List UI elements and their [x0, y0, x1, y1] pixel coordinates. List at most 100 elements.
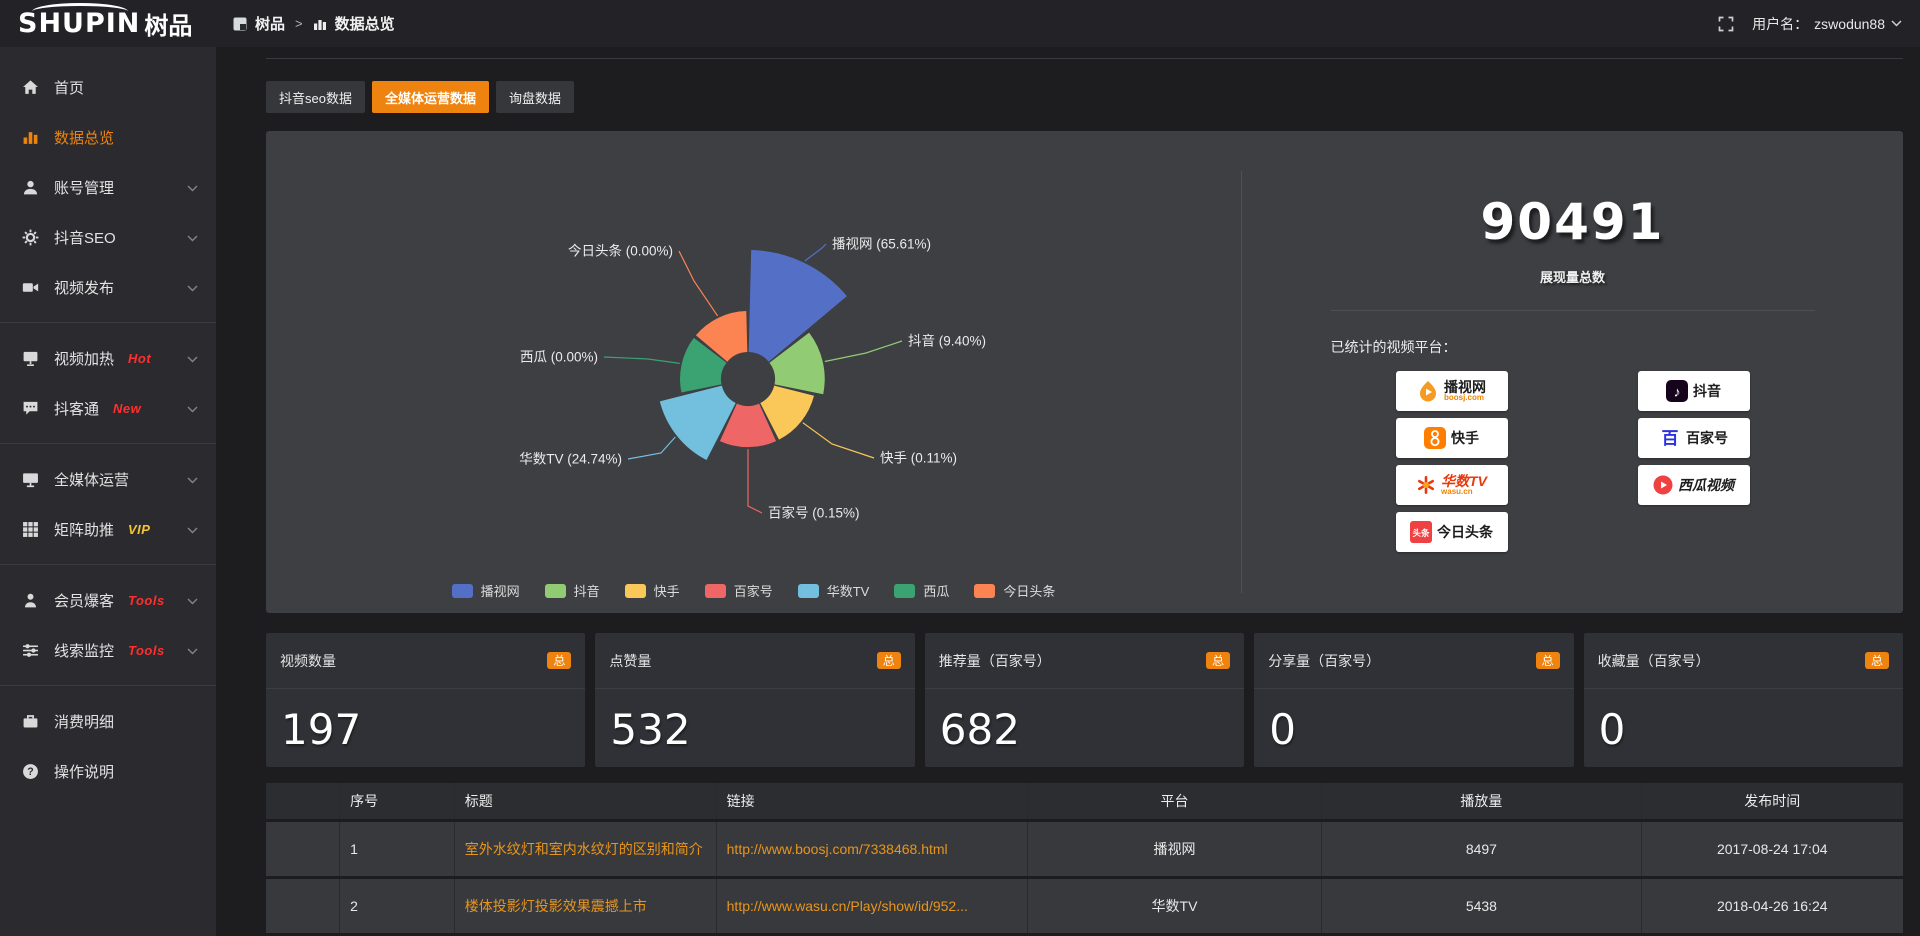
- video-title-link[interactable]: 楼体投影灯投影效果震撼上市: [465, 898, 647, 914]
- pie-slice-华数TV[interactable]: [660, 386, 736, 460]
- breadcrumb-root[interactable]: 树品: [255, 13, 285, 34]
- label-line: [604, 357, 680, 363]
- sidebar-item-tag: Tools: [128, 593, 165, 608]
- sidebar-item-gear[interactable]: 抖音SEO: [0, 212, 216, 262]
- platform-chip-boosj: 播视网boosj.com: [1396, 371, 1508, 411]
- sidebar-item-sliders[interactable]: 线索监控Tools: [0, 625, 216, 675]
- sidebar-item-chart[interactable]: 数据总览: [0, 112, 216, 162]
- legend-item-抖音[interactable]: 抖音: [545, 581, 600, 600]
- legend-label: 华数TV: [827, 581, 870, 600]
- user-menu[interactable]: 用户名： zswodun88: [1752, 14, 1902, 34]
- sidebar-item-question[interactable]: ? 操作说明: [0, 746, 216, 796]
- column-header-1: 序号: [340, 783, 455, 820]
- sidebar-item-label: 首页: [54, 77, 84, 98]
- cell-num: 2: [340, 877, 455, 934]
- sidebar-item-label: 矩阵助推: [54, 519, 114, 540]
- pie-label-百家号: 百家号 (0.15%): [768, 505, 860, 521]
- sidebar-item-chat[interactable]: 抖客通New: [0, 383, 216, 433]
- summary-divider: [1331, 310, 1815, 311]
- sidebar-item-home[interactable]: 首页: [0, 62, 216, 112]
- legend-label: 抖音: [574, 581, 600, 600]
- sidebar-item-label: 全媒体运营: [54, 469, 129, 490]
- username-value: zswodun88: [1814, 16, 1885, 32]
- chevron-down-icon: [187, 471, 198, 488]
- stat-card-value: 682: [925, 689, 1244, 770]
- tab-2[interactable]: 询盘数据: [496, 81, 574, 113]
- total-impressions: 90491: [1242, 193, 1903, 251]
- tab-1[interactable]: 全媒体运营数据: [372, 81, 489, 113]
- data-tabs: 抖音seo数据全媒体运营数据询盘数据: [266, 81, 1903, 113]
- sidebar-item-label: 视频加热: [54, 348, 114, 369]
- platform-chip-baijiahao: 百百家号: [1638, 418, 1750, 458]
- chevron-down-icon: [187, 400, 198, 417]
- sidebar-item-grid[interactable]: 矩阵助推 VIP: [0, 504, 216, 554]
- cell-plays: 5438: [1322, 877, 1641, 934]
- chat-icon: [22, 400, 39, 417]
- tab-0[interactable]: 抖音seo数据: [266, 81, 365, 113]
- sidebar-item-label: 账号管理: [54, 177, 114, 198]
- app-logo-text-en: SHUPIN: [18, 8, 140, 39]
- sidebar-item-person[interactable]: 会员爆客Tools: [0, 575, 216, 625]
- label-line: [825, 341, 902, 362]
- sidebar-item-label: 操作说明: [54, 761, 114, 782]
- douyin-logo-icon: ♪: [1666, 380, 1688, 402]
- stat-card-1: 点赞量总532: [595, 633, 914, 767]
- cell-title: 室外水纹灯和室内水纹灯的区别和简介: [454, 820, 716, 877]
- kuaishou-logo-icon: [1424, 427, 1446, 449]
- cell-link: http://www.boosj.com/7338468.html: [716, 820, 1027, 877]
- legend-item-百家号[interactable]: 百家号: [705, 581, 773, 600]
- platform-sub: boosj.com: [1444, 394, 1484, 402]
- rose-chart: 播视网 (65.61%)抖音 (9.40%)快手 (0.11%)百家号 (0.1…: [266, 131, 1241, 613]
- question-icon: ?: [22, 763, 39, 780]
- username-label: 用户名：: [1752, 14, 1808, 34]
- sidebar-item-video[interactable]: 视频发布: [0, 262, 216, 312]
- legend-item-今日头条[interactable]: 今日头条: [974, 581, 1055, 600]
- video-title-link[interactable]: 室外水纹灯和室内水纹灯的区别和简介: [465, 841, 703, 857]
- grid-icon: [22, 521, 39, 538]
- legend-swatch: [705, 584, 726, 598]
- label-line: [803, 423, 874, 458]
- legend-swatch: [452, 584, 473, 598]
- stat-card-2: 推荐量（百家号）总682: [925, 633, 1244, 767]
- bar-chart-icon: [313, 17, 327, 31]
- sidebar-item-monitor[interactable]: 全媒体运营: [0, 454, 216, 504]
- legend-label: 西瓜: [923, 581, 949, 600]
- rose-chart-svg: 播视网 (65.61%)抖音 (9.40%)快手 (0.11%)百家号 (0.1…: [266, 131, 1241, 613]
- legend-swatch: [974, 584, 995, 598]
- sliders-icon: [22, 642, 39, 659]
- label-line: [628, 437, 675, 459]
- stat-card-title: 视频数量: [280, 651, 336, 671]
- pie-label-播视网: 播视网 (65.61%): [832, 237, 931, 252]
- pie-label-快手: 快手 (0.11%): [880, 451, 957, 466]
- fullscreen-icon[interactable]: [1718, 16, 1734, 32]
- chevron-down-icon: [187, 521, 198, 538]
- sidebar-item-tag: VIP: [128, 522, 150, 537]
- legend-item-华数TV[interactable]: 华数TV: [798, 581, 870, 600]
- video-url-link[interactable]: http://www.wasu.cn/Play/show/id/952...: [727, 898, 968, 914]
- wasu-logo-icon: [1416, 475, 1436, 495]
- platform-name: 快手: [1451, 431, 1479, 446]
- platform-name: 抖音: [1693, 384, 1721, 399]
- legend-item-播视网[interactable]: 播视网: [452, 581, 520, 600]
- column-header-3: 链接: [716, 783, 1027, 820]
- total-badge: 总: [1536, 652, 1560, 669]
- chevron-down-icon: [187, 179, 198, 196]
- breadcrumb-current[interactable]: 数据总览: [335, 13, 395, 34]
- video-table-wrap: 序号标题链接平台播放量发布时间 1室外水纹灯和室内水纹灯的区别和简介http:/…: [266, 783, 1903, 936]
- chart-legend: 播视网 抖音 快手 百家号 华数TV 西瓜 今日头条: [266, 581, 1241, 600]
- svg-text:头条: 头条: [1412, 528, 1430, 538]
- platform-chips: 播视网boosj.com快手华数TVwasu.cn头条今日头条♪抖音百百家号西瓜…: [1242, 371, 1903, 552]
- cell-title: 楼体投影灯投影效果震撼上市: [454, 877, 716, 934]
- sidebar-item-screen[interactable]: 视频加热Hot: [0, 333, 216, 383]
- pie-label-今日头条: 今日头条 (0.00%): [568, 243, 673, 259]
- table-header-row: 序号标题链接平台播放量发布时间: [266, 783, 1903, 820]
- video-url-link[interactable]: http://www.boosj.com/7338468.html: [727, 841, 948, 857]
- sidebar-item-wallet[interactable]: 消费明细: [0, 696, 216, 746]
- legend-item-快手[interactable]: 快手: [625, 581, 680, 600]
- sidebar-item-label: 视频发布: [54, 277, 114, 298]
- chevron-down-icon: [187, 642, 198, 659]
- platforms-title: 已统计的视频平台：: [1331, 337, 1815, 357]
- sidebar-item-user[interactable]: 账号管理: [0, 162, 216, 212]
- platform-name: 播视网: [1444, 380, 1486, 395]
- legend-item-西瓜[interactable]: 西瓜: [894, 581, 949, 600]
